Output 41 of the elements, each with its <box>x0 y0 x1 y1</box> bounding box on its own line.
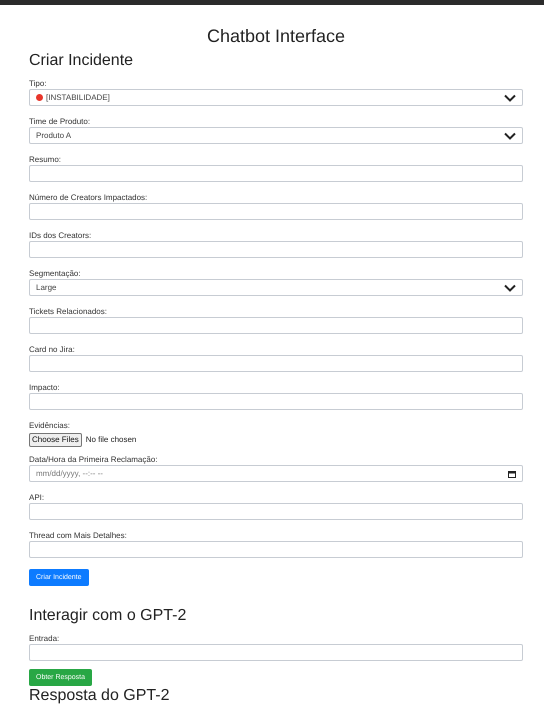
field-label: Número de Creators Impactados: <box>29 193 148 202</box>
section-heading: Resposta do GPT-2 <box>29 686 171 706</box>
text-input[interactable] <box>29 203 523 220</box>
calendar-icon <box>508 470 516 478</box>
dropdown-value: Large <box>36 282 56 294</box>
dropdown[interactable]: [INSTABILIDADE] <box>29 89 523 106</box>
field-label: IDs dos Creators: <box>29 231 92 240</box>
chevron-down-icon <box>504 94 516 102</box>
field-label: Resumo: <box>29 155 62 164</box>
dropdown[interactable]: Large <box>29 279 523 296</box>
field-label: Time de Produto: <box>29 117 92 126</box>
field-label: Tickets Relacionados: <box>29 307 108 316</box>
dropdown-value: [INSTABILIDADE] <box>46 92 110 104</box>
text-input[interactable] <box>29 355 523 372</box>
choose-files-button[interactable]: Choose Files <box>29 433 82 447</box>
datetime-placeholder: mm/dd/yyyy, --:-- -- <box>36 468 103 480</box>
text-input[interactable] <box>29 541 523 558</box>
dropdown-value: Produto A <box>36 130 72 142</box>
field-label: Thread com Mais Detalhes: <box>29 531 128 540</box>
page-title: Chatbot Interface <box>206 25 346 47</box>
field-label: Entrada: <box>29 634 60 643</box>
file-status: No file chosen <box>86 434 136 446</box>
text-input[interactable] <box>29 317 523 334</box>
text-input[interactable] <box>29 503 523 520</box>
field-label: Card no Jira: <box>29 345 76 354</box>
field-label: Impacto: <box>29 383 61 392</box>
field-label: Data/Hora da Primeira Reclamação: <box>29 455 158 464</box>
text-input[interactable] <box>29 644 523 661</box>
field-label: Tipo: <box>29 79 48 88</box>
chevron-down-icon <box>504 284 516 292</box>
section-heading: Interagir com o GPT-2 <box>29 606 188 626</box>
text-input[interactable] <box>29 393 523 410</box>
field-label: Evidências: <box>29 421 71 430</box>
field-label: Segmentação: <box>29 269 82 278</box>
section-heading: Criar Incidente <box>29 51 134 71</box>
text-input[interactable] <box>29 241 523 258</box>
text-input[interactable] <box>29 165 523 182</box>
field-label: API: <box>29 493 46 502</box>
chevron-down-icon <box>504 132 516 140</box>
datetime-input[interactable]: mm/dd/yyyy, --:-- -- <box>29 465 523 482</box>
dropdown[interactable]: Produto A <box>29 127 523 144</box>
